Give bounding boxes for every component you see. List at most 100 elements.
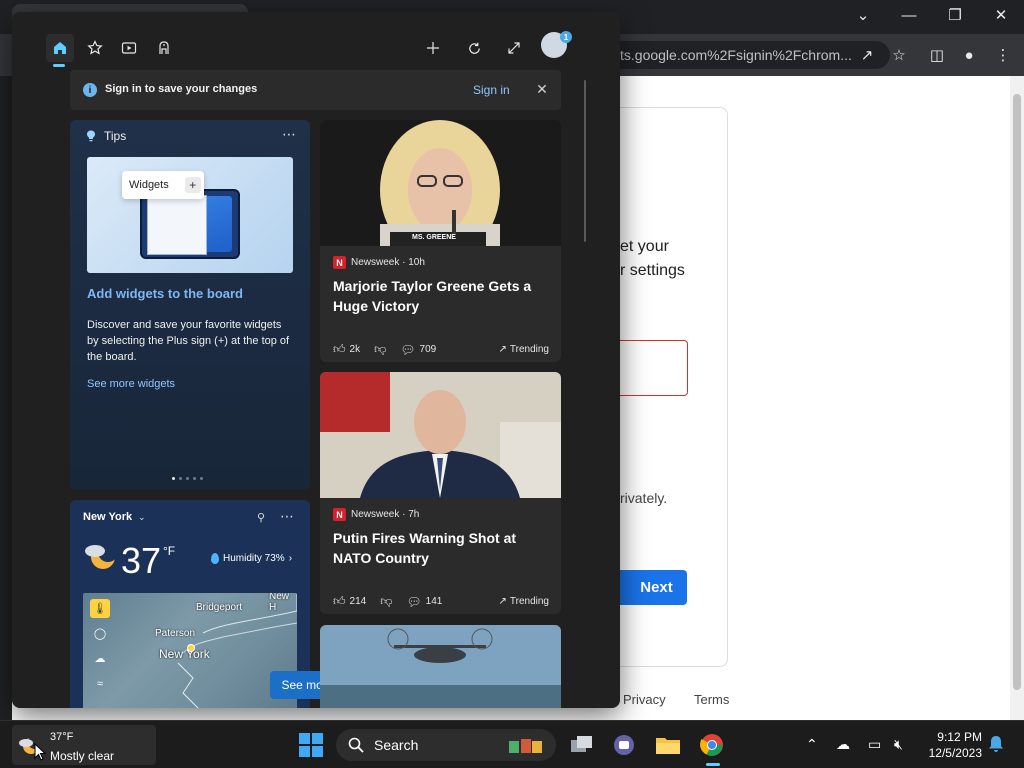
tips-header: Tips	[86, 129, 126, 143]
games-icon[interactable]	[150, 34, 178, 62]
location-pin-icon	[187, 644, 195, 652]
news-actions: 👍︎ 2k 👎︎ 💬︎ 709 ↗ Trending	[333, 342, 549, 357]
weather-location[interactable]: New York	[83, 511, 132, 523]
network-icon[interactable]: ▭	[868, 736, 881, 753]
page-text-privately: rivately.	[620, 490, 668, 506]
search-icon	[348, 737, 364, 753]
search-label: Search	[374, 737, 419, 753]
close-icon[interactable]: ✕	[532, 79, 552, 99]
map-label-new-york: New York	[159, 647, 210, 661]
privacy-link[interactable]: Privacy	[623, 692, 666, 707]
thumbs-up-icon[interactable]: 👍︎	[333, 594, 346, 609]
trending-arrow-icon: ↗	[498, 596, 507, 607]
tips-body: Discover and save your favorite widgets …	[87, 319, 290, 363]
page-text-line2: r settings	[620, 262, 685, 279]
scrollbar-thumb[interactable]	[1013, 94, 1021, 690]
cloud-icon[interactable]: ☁	[90, 649, 110, 668]
moon-cloud-icon	[85, 542, 117, 569]
comment-icon[interactable]: 💬︎	[400, 343, 415, 357]
close-window-button[interactable]: ✕	[978, 2, 1024, 28]
nameplate-caption: MS. GREENE	[412, 234, 456, 241]
wind-icon[interactable]: ≈	[90, 674, 110, 693]
see-more-widgets-link[interactable]: See more widgets	[87, 378, 175, 390]
humidity-readout[interactable]: Humidity 73% ›	[211, 553, 292, 564]
precipitation-icon[interactable]: ◯	[90, 624, 110, 643]
onedrive-cloud-icon[interactable]: ☁	[836, 736, 850, 753]
show-hidden-icons-chevron[interactable]: ⌃	[806, 736, 818, 753]
like-count: 214	[349, 596, 367, 607]
map-label-paterson: Paterson	[155, 628, 196, 639]
chevron-down-icon[interactable]: ⌄	[138, 512, 146, 523]
like-count: 2k	[349, 344, 361, 355]
system-clock[interactable]: 9:12 PM 12/5/2023	[912, 729, 982, 761]
newsweek-logo-icon: N	[333, 256, 346, 269]
news-image: MS. GREENE	[320, 120, 561, 246]
chrome-taskbar-icon[interactable]	[696, 729, 728, 766]
thermometer-icon[interactable]: 🌡	[90, 599, 110, 618]
trending-badge: ↗ Trending	[499, 596, 550, 607]
side-panel-icon[interactable]: ◫	[926, 44, 948, 66]
comment-count: 141	[425, 596, 443, 607]
windows-start-icon[interactable]	[299, 733, 323, 757]
terms-link[interactable]: Terms	[694, 692, 729, 707]
weather-more-icon[interactable]: ⋯	[280, 508, 295, 525]
news-card[interactable]: N Newsweek · 7h Putin Fires Warning Shot…	[320, 372, 561, 614]
share-icon[interactable]: ↗	[856, 44, 878, 66]
tab-search-icon[interactable]: ⌄	[840, 2, 886, 28]
taskbar-search-box[interactable]: Search	[336, 729, 556, 761]
comment-count: 709	[419, 344, 437, 355]
trending-badge: ↗ Trending	[499, 344, 550, 355]
active-app-indicator	[706, 763, 720, 766]
tips-card[interactable]: Tips ⋯ Widgets + Add widgets to the boar…	[70, 120, 310, 490]
news-image	[320, 625, 561, 708]
home-icon[interactable]	[46, 34, 74, 62]
teams-chat-icon[interactable]	[608, 729, 640, 761]
minimize-button[interactable]: —	[886, 2, 932, 28]
widgets-scrollbar[interactable]	[584, 80, 586, 242]
page-text-line1: et your	[620, 238, 669, 255]
restore-button[interactable]: ❐	[932, 2, 978, 28]
pin-icon[interactable]: ⚲	[257, 511, 265, 524]
expand-icon[interactable]	[500, 34, 528, 62]
thumbs-up-icon[interactable]: 👍︎	[333, 342, 346, 357]
info-icon: i	[83, 83, 97, 97]
file-explorer-icon[interactable]	[652, 729, 684, 761]
add-widget-icon[interactable]	[419, 34, 447, 62]
favorites-star-icon[interactable]	[81, 34, 109, 62]
notification-bell-icon[interactable]	[988, 735, 1004, 756]
widgets-chip-label: Widgets	[129, 179, 169, 191]
signin-banner-text: Sign in to save your changes	[105, 83, 258, 95]
lightbulb-icon	[87, 130, 95, 142]
trending-arrow-icon: ↗	[498, 344, 507, 355]
thumbs-down-icon[interactable]: 👎︎	[374, 342, 386, 357]
weather-temperature: 37	[121, 540, 162, 581]
tips-heading: Add widgets to the board	[87, 286, 243, 301]
profile-icon[interactable]: ●	[958, 44, 980, 66]
tips-more-icon[interactable]: ⋯	[282, 126, 297, 143]
news-card[interactable]: MS. GREENE N Newsweek · 10h Marjorie Tay…	[320, 120, 561, 362]
tips-illustration: Widgets +	[87, 157, 293, 273]
task-view-icon[interactable]	[566, 729, 598, 761]
bookmark-star-icon[interactable]: ☆	[888, 44, 910, 66]
newsweek-logo-icon: N	[333, 508, 346, 521]
news-source-label: Newsweek · 7h	[351, 509, 420, 520]
thumbs-down-icon[interactable]: 👎︎	[380, 594, 392, 609]
refresh-icon[interactable]	[460, 34, 488, 62]
taskbar-weather-temp: 37°F	[50, 731, 74, 743]
notification-badge: 1	[560, 31, 572, 43]
comment-icon[interactable]: 💬︎	[406, 595, 421, 609]
news-headline[interactable]: Putin Fires Warning Shot at NATO Country	[333, 528, 549, 568]
carousel-pager[interactable]	[172, 477, 203, 480]
volume-muted-icon[interactable]: 🔇︎	[894, 736, 903, 753]
signin-link[interactable]: Sign in	[473, 83, 510, 97]
news-source-label: Newsweek · 10h	[351, 257, 425, 268]
taskbar-weather-condition: Mostly clear	[50, 749, 115, 763]
active-tab-indicator	[53, 64, 65, 67]
news-image	[320, 372, 561, 498]
chrome-menu-icon[interactable]: ⋮	[992, 44, 1014, 66]
news-headline[interactable]: Marjorie Taylor Greene Gets a Huge Victo…	[333, 276, 549, 316]
news-card[interactable]	[320, 625, 561, 708]
video-icon[interactable]	[115, 34, 143, 62]
weather-map[interactable]: 🌡 ◯ ☁ ≈ Bridgeport Paterson New York New…	[83, 593, 297, 708]
map-label-new-h: New H	[269, 593, 290, 613]
